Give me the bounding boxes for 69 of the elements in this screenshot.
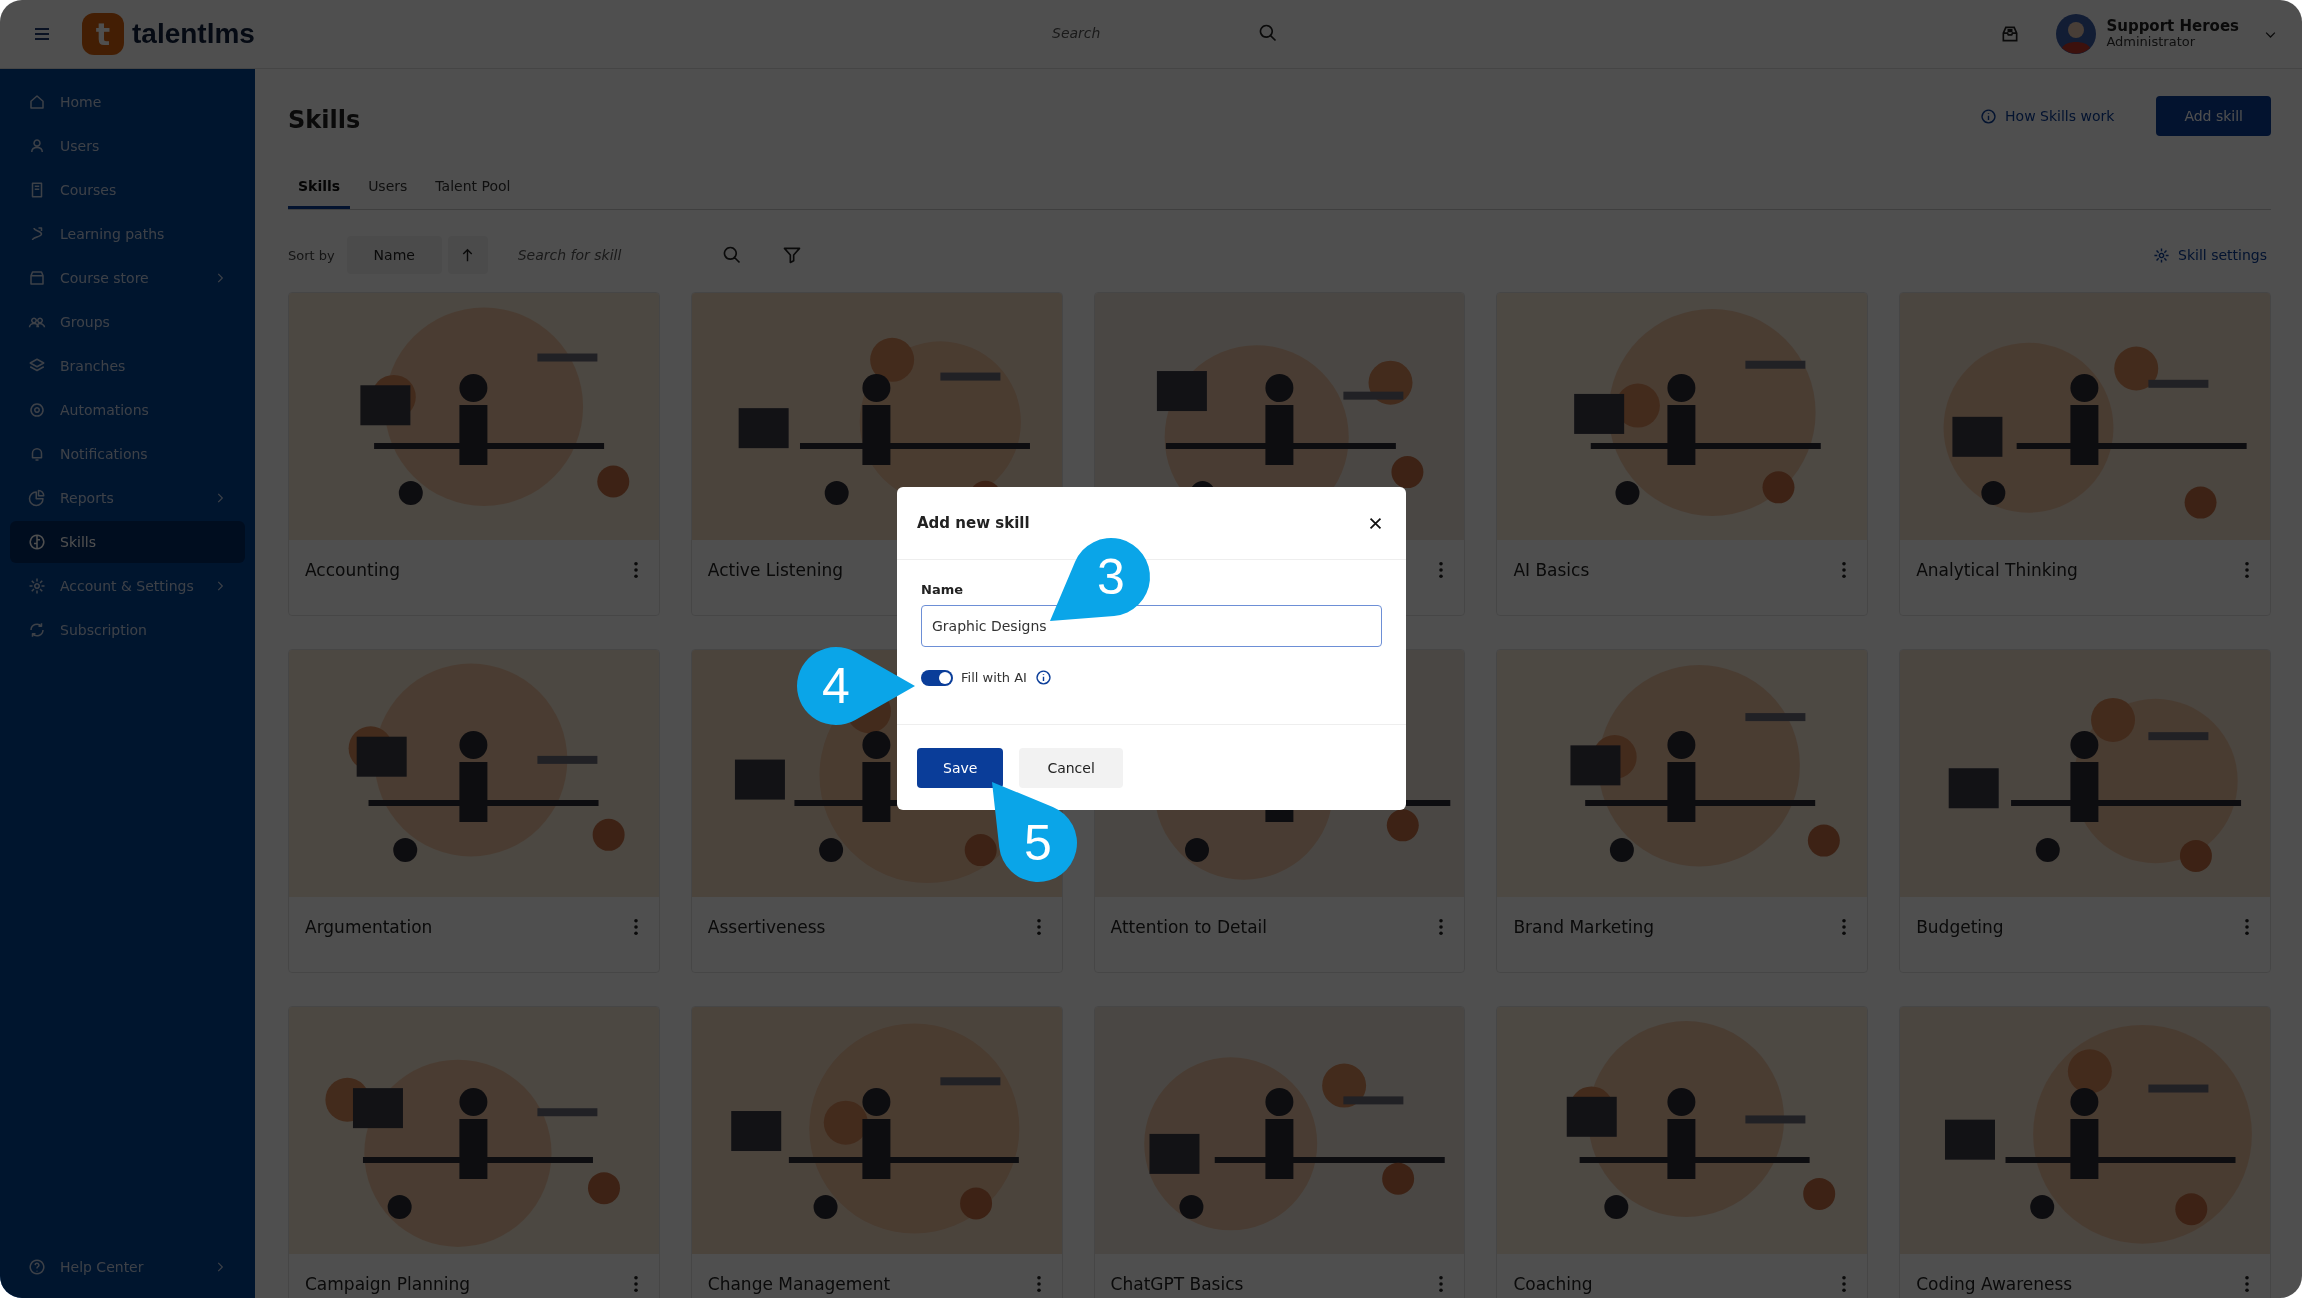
more-icon[interactable] bbox=[1438, 1275, 1445, 1293]
skill-name: Brand Marketing bbox=[1513, 917, 1655, 937]
settings-icon bbox=[28, 577, 46, 595]
more-icon[interactable] bbox=[1438, 561, 1445, 579]
settings-icon bbox=[2153, 246, 2171, 264]
skill-name: Attention to Detail bbox=[1110, 917, 1267, 937]
user-role: Administrator bbox=[2106, 35, 2197, 51]
more-icon[interactable] bbox=[1841, 1275, 1848, 1293]
dialog-title: Add new skill bbox=[917, 514, 1030, 532]
pie-chart-icon bbox=[28, 489, 46, 507]
cancel-button[interactable]: Cancel bbox=[1019, 747, 1123, 788]
search-icon bbox=[721, 245, 742, 265]
skill-name: AI Basics bbox=[1513, 560, 1590, 580]
skill-name: Accounting bbox=[305, 560, 400, 580]
tab[interactable]: Skills bbox=[288, 178, 351, 209]
more-icon[interactable] bbox=[2244, 918, 2250, 936]
skill-name: Campaign Planning bbox=[305, 1274, 470, 1294]
callout-number: 5 bbox=[1024, 815, 1052, 871]
sort-direction-button[interactable] bbox=[447, 236, 488, 274]
storefront-icon bbox=[28, 269, 46, 287]
logo-mark: t bbox=[82, 13, 124, 55]
name-field[interactable]: Graphic Designs bbox=[921, 605, 1382, 647]
more-icon[interactable] bbox=[632, 918, 639, 936]
add-skill-button[interactable]: Add skill bbox=[2156, 96, 2271, 136]
how-skills-work-link[interactable]: How Skills work bbox=[1980, 107, 2115, 125]
skill-settings-link[interactable]: Skill settings bbox=[2153, 246, 2267, 264]
skill-name: Analytical Thinking bbox=[1916, 560, 2078, 580]
more-icon[interactable] bbox=[1035, 918, 1042, 936]
target-icon bbox=[28, 401, 46, 419]
skill-name: Coding Awareness bbox=[1916, 1274, 2073, 1294]
sidebar-item[interactable]: Skills bbox=[10, 521, 245, 563]
more-icon[interactable] bbox=[1841, 561, 1848, 579]
search-icon[interactable] bbox=[1258, 23, 1278, 43]
refresh-icon bbox=[28, 621, 46, 639]
skill-name: Argumentation bbox=[305, 917, 433, 937]
logo-text: talentlms bbox=[132, 18, 255, 50]
skill-name: Active Listening bbox=[707, 560, 844, 580]
toggle-label: Fill with AI bbox=[961, 670, 1027, 685]
person-icon bbox=[28, 137, 46, 155]
inbox-icon[interactable] bbox=[2000, 24, 2021, 44]
page-title: Skills bbox=[288, 106, 361, 134]
more-icon[interactable] bbox=[632, 1275, 639, 1293]
save-button[interactable]: Save bbox=[917, 747, 1004, 788]
info-icon[interactable] bbox=[1034, 669, 1052, 686]
more-icon[interactable] bbox=[2244, 561, 2250, 579]
callout-number: 4 bbox=[822, 658, 850, 714]
skill-name: Coaching bbox=[1513, 1274, 1593, 1294]
more-icon[interactable] bbox=[1841, 918, 1848, 936]
filter-icon[interactable] bbox=[781, 245, 802, 265]
skill-name: Change Management bbox=[707, 1274, 891, 1294]
field-label: Name bbox=[921, 582, 964, 597]
sort-label: Sort by bbox=[288, 247, 335, 263]
more-icon[interactable] bbox=[1438, 918, 1445, 936]
more-icon[interactable] bbox=[2244, 1275, 2250, 1293]
more-icon[interactable] bbox=[1035, 1275, 1042, 1293]
user-name: Support Heroes bbox=[2106, 17, 2239, 36]
sort-select[interactable]: Name bbox=[346, 236, 442, 274]
callout-number: 3 bbox=[1097, 549, 1125, 605]
skill-name: ChatGPT Basics bbox=[1110, 1274, 1244, 1294]
info-icon bbox=[1980, 107, 1998, 125]
more-icon[interactable] bbox=[632, 561, 639, 579]
tab[interactable]: Talent Pool bbox=[425, 178, 521, 209]
skill-name: Budgeting bbox=[1916, 917, 2004, 937]
tab[interactable]: Users bbox=[358, 178, 418, 209]
skill-name: Assertiveness bbox=[707, 917, 826, 937]
house-icon bbox=[28, 93, 46, 111]
help-icon bbox=[28, 1258, 46, 1276]
avatar-icon[interactable] bbox=[2056, 14, 2097, 54]
toggle-switch[interactable] bbox=[921, 669, 953, 686]
